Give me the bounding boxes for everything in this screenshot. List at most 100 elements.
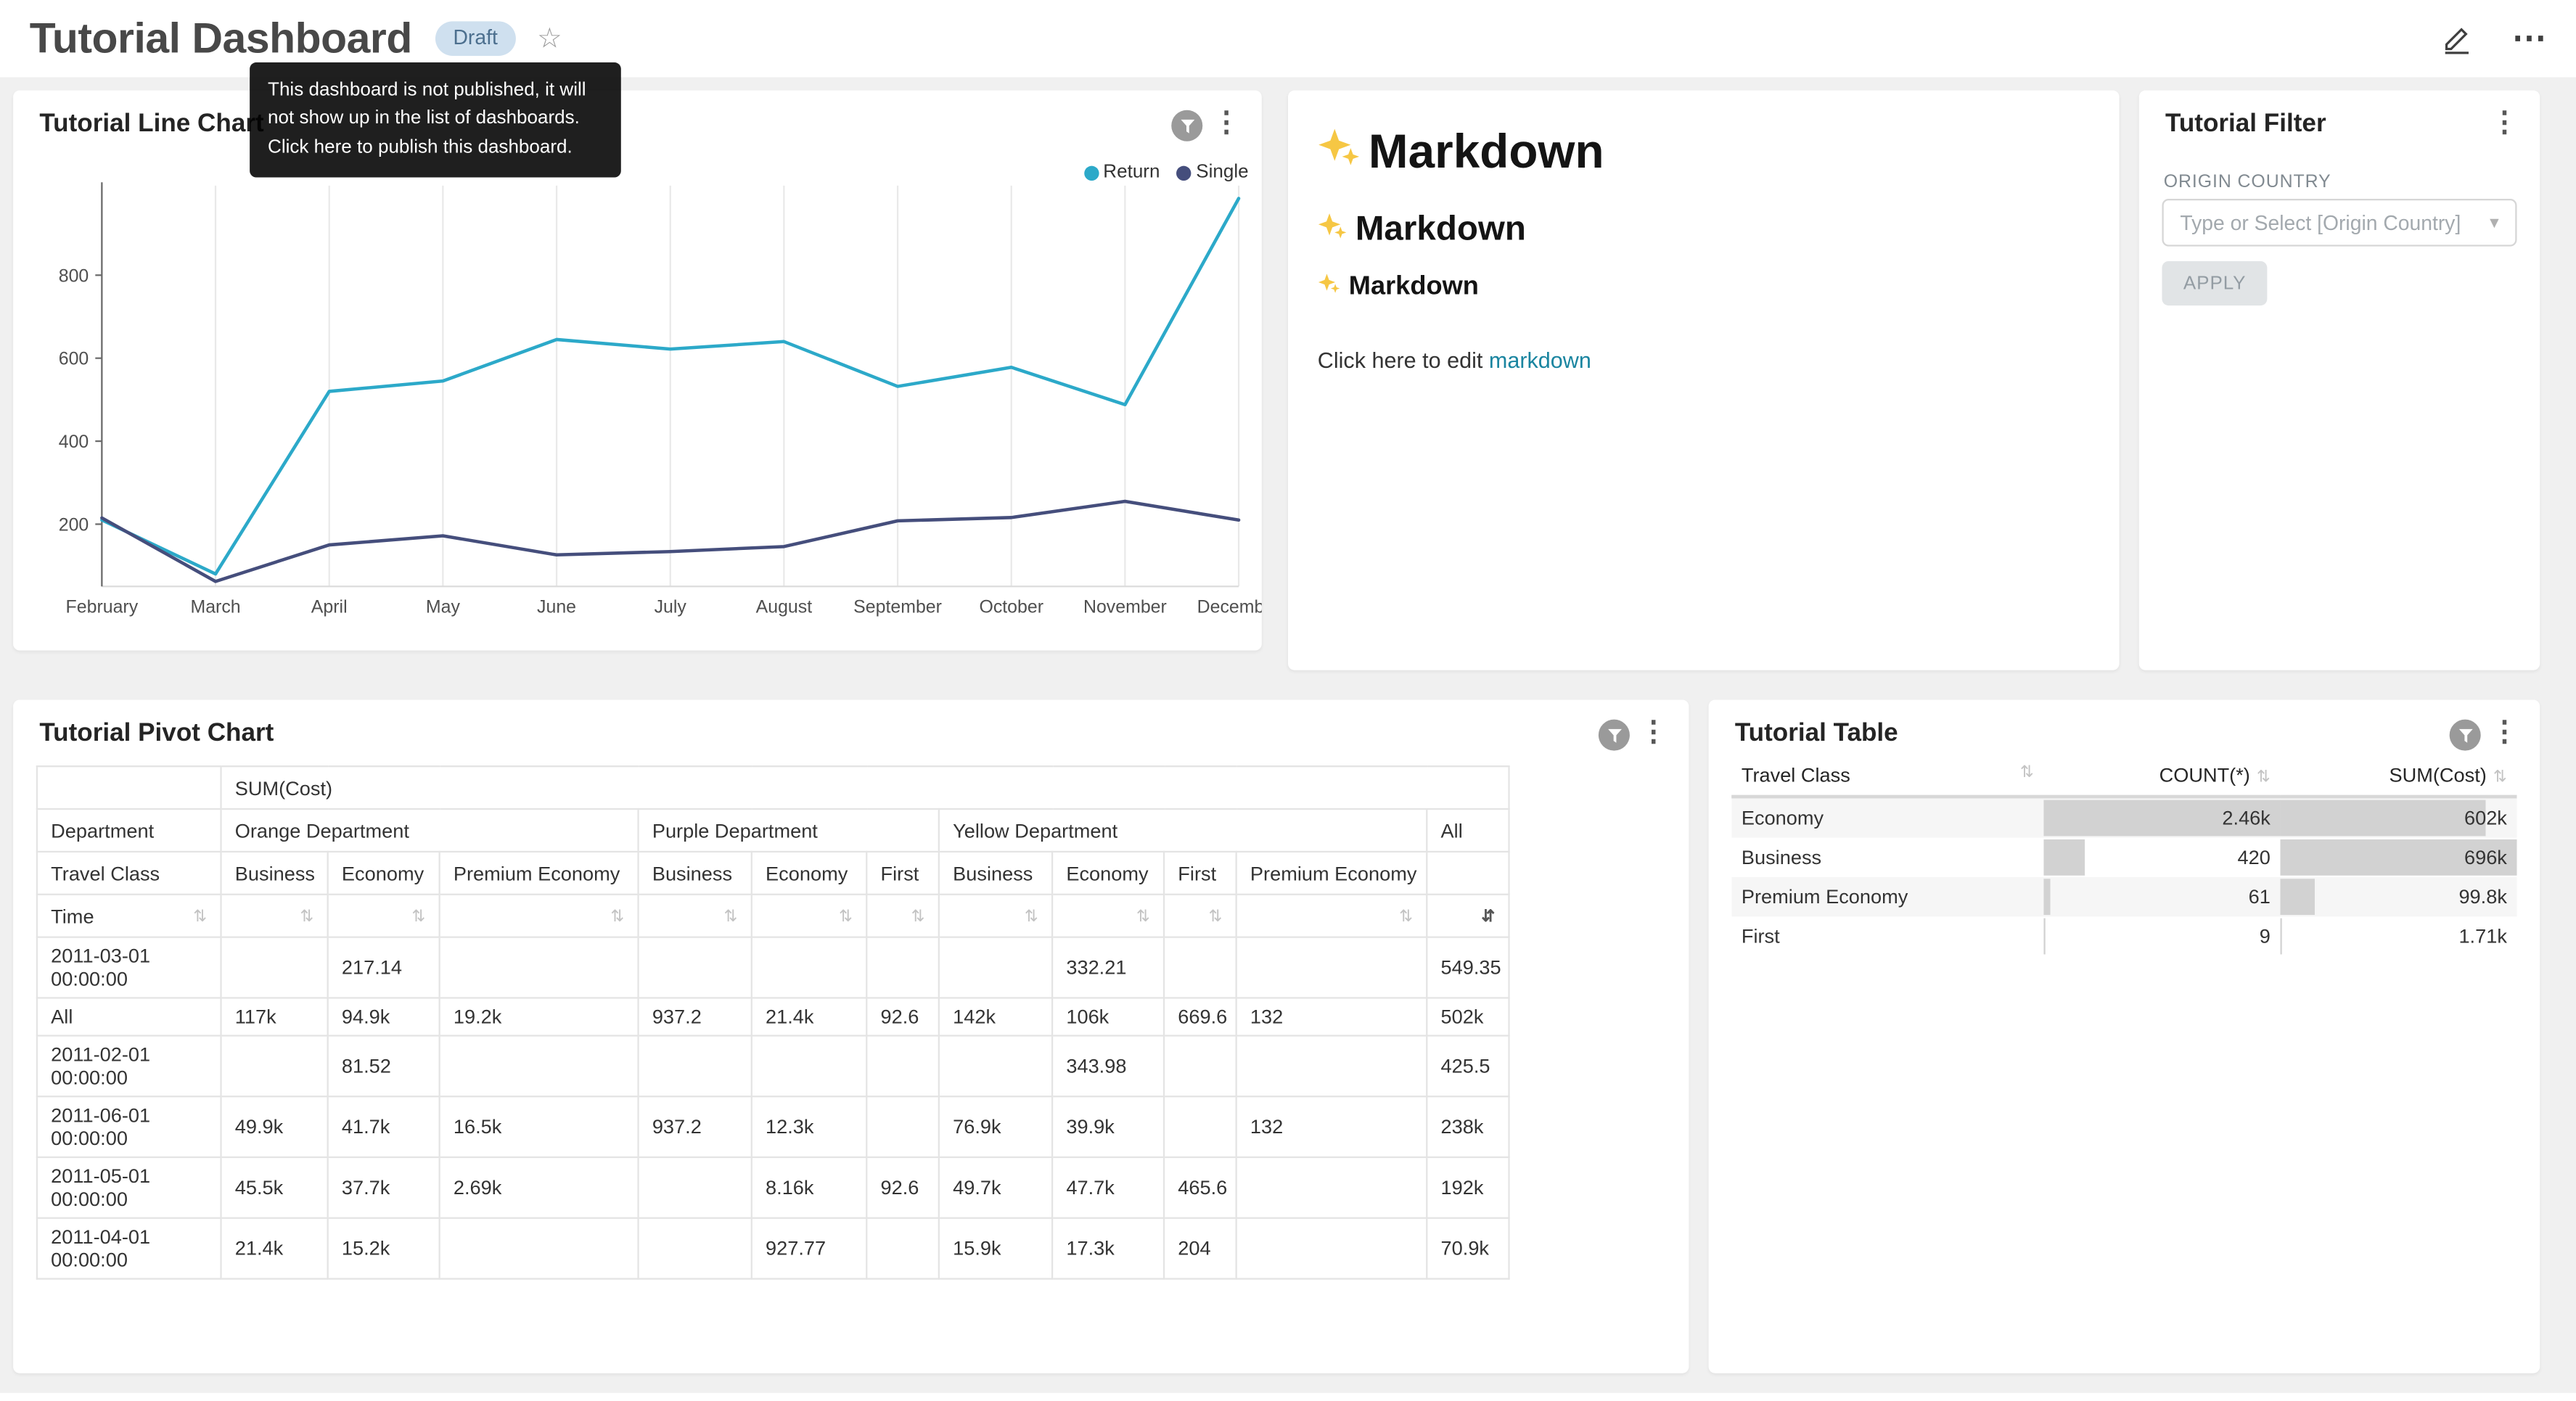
- pivot-cell: 70.9k: [1427, 1218, 1509, 1279]
- pivot-cell: 41.7k: [328, 1096, 440, 1157]
- filter-indicator-icon[interactable]: [1599, 720, 1630, 751]
- sort-icon[interactable]: ⇅: [1399, 908, 1413, 927]
- pivot-sort-header: ⇅: [939, 895, 1052, 937]
- sort-icon[interactable]: ⇅: [2257, 769, 2271, 787]
- sort-icon[interactable]: ⇅: [2020, 764, 2034, 782]
- pivot-cell: 192k: [1427, 1157, 1509, 1218]
- pivot-cell: 49.7k: [939, 1157, 1052, 1218]
- pivot-cell: [866, 937, 939, 998]
- filter-indicator-icon[interactable]: [1171, 110, 1202, 141]
- column-header-sum-cost[interactable]: SUM(Cost)⇅: [2280, 755, 2516, 797]
- table-row: Premium Economy6199.8k: [1731, 877, 2516, 916]
- data-bar: [2043, 919, 2044, 955]
- header-more-menu-icon[interactable]: ⋯: [2512, 21, 2547, 56]
- sort-icon[interactable]: ⇅: [839, 908, 853, 927]
- sort-icon[interactable]: ⇅: [2493, 769, 2507, 787]
- filter-kebab-menu-icon[interactable]: ⋮: [2490, 108, 2518, 136]
- table-cell-sum: 602k: [2280, 797, 2516, 838]
- x-axis-label: July: [655, 596, 687, 617]
- pivot-cell: 81.52: [328, 1035, 440, 1096]
- pivot-cell: 343.98: [1052, 1035, 1164, 1096]
- filter-indicator-icon[interactable]: [2450, 720, 2481, 751]
- pivot-cell: [221, 1035, 328, 1096]
- origin-country-select[interactable]: Type or Select [Origin Country] ▾: [2162, 199, 2516, 247]
- pivot-cell: 94.9k: [328, 998, 440, 1035]
- sort-icon[interactable]: ⇅: [724, 908, 738, 927]
- y-axis-label: 200: [59, 515, 89, 535]
- x-axis-label: October: [979, 596, 1043, 617]
- sort-icon[interactable]: ⇅: [911, 908, 925, 927]
- pivot-cell: 37.7k: [328, 1157, 440, 1218]
- sort-icon[interactable]: ⇅: [610, 908, 624, 927]
- pivot-cell: [639, 937, 752, 998]
- pivot-sort-header: ⇅: [639, 895, 752, 937]
- pivot-cell: 217.14: [328, 937, 440, 998]
- pivot-department-label: Department: [37, 809, 221, 852]
- pivot-sort-header: ⇅: [752, 895, 866, 937]
- chevron-down-icon: ▾: [2490, 212, 2499, 233]
- sparkles-icon: [1318, 210, 1348, 250]
- pivot-cell: 927.77: [752, 1218, 866, 1279]
- markdown-h3: Markdown: [1318, 273, 2090, 303]
- pivot-sort-header: ⇅: [328, 895, 440, 937]
- pivot-group-header: Orange Department: [221, 809, 639, 852]
- chart-kebab-menu-icon[interactable]: ⋮: [1213, 108, 1240, 136]
- sort-icon[interactable]: ⇅: [1208, 908, 1222, 927]
- column-header-travel-class[interactable]: Travel Class⇅: [1731, 755, 2043, 797]
- x-axis-label: February: [66, 596, 139, 617]
- pivot-cell: 937.2: [639, 998, 752, 1035]
- pivot-sort-header: ⇅: [221, 895, 328, 937]
- data-bar: [2280, 879, 2314, 915]
- sort-icon[interactable]: ⇅: [1136, 908, 1150, 927]
- column-header-count[interactable]: COUNT(*)⇅: [2043, 755, 2280, 797]
- y-axis-label: 800: [59, 266, 89, 286]
- x-axis-label: September: [853, 596, 942, 617]
- pivot-column-header: Business: [221, 852, 328, 895]
- table-row: First91.71k: [1731, 916, 2516, 956]
- pivot-column-header: Economy: [328, 852, 440, 895]
- sort-icon-active[interactable]: ⇵: [1481, 908, 1495, 927]
- edit-pencil-icon[interactable]: [2441, 23, 2472, 54]
- pivot-sort-header: ⇅: [440, 895, 639, 937]
- markdown-card: Markdown Markdown Markdown Click here to…: [1288, 91, 2120, 670]
- pivot-column-header: Premium Economy: [440, 852, 639, 895]
- pivot-column-header: [1427, 852, 1509, 895]
- pivot-chart-card: Tutorial Pivot Chart ⋮ SUM(Cost)Departme…: [13, 699, 1689, 1373]
- pivot-cell: [1164, 937, 1236, 998]
- pivot-cell: 19.2k: [440, 998, 639, 1035]
- pivot-metric-header: SUM(Cost): [221, 766, 1509, 809]
- pivot-cell: 15.2k: [328, 1218, 440, 1279]
- pivot-cell: [866, 1096, 939, 1157]
- pivot-row: 2011-04-01 00:00:0021.4k15.2k927.7715.9k…: [37, 1218, 1509, 1279]
- line-chart-card-title: Tutorial Line Chart: [39, 110, 263, 140]
- pivot-cell: 39.9k: [1052, 1096, 1164, 1157]
- pivot-column-header: First: [866, 852, 939, 895]
- unpublished-tooltip[interactable]: This dashboard is not published, it will…: [250, 62, 621, 177]
- pivot-sort-header: ⇵: [1427, 895, 1509, 937]
- table-kebab-menu-icon[interactable]: ⋮: [2490, 718, 2518, 745]
- pivot-cell: [1236, 1218, 1427, 1279]
- pivot-row: 2011-02-01 00:00:0081.52343.98425.5: [37, 1035, 1509, 1096]
- pivot-kebab-menu-icon[interactable]: ⋮: [1640, 718, 1668, 745]
- x-axis-label: August: [756, 596, 813, 617]
- pivot-row-label: 2011-04-01 00:00:00: [37, 1218, 221, 1279]
- favorite-star-icon[interactable]: ☆: [537, 25, 562, 52]
- sort-icon[interactable]: ⇅: [300, 908, 313, 927]
- table-cell-travel-class: Premium Economy: [1731, 877, 2043, 916]
- pivot-corner-cell: [37, 766, 221, 809]
- draft-badge[interactable]: Draft: [435, 22, 516, 55]
- apply-button[interactable]: APPLY: [2162, 261, 2267, 305]
- x-axis-label: June: [537, 596, 576, 617]
- sort-icon[interactable]: ⇅: [1025, 908, 1038, 927]
- data-bar: [2043, 879, 2049, 915]
- table-cell-travel-class: Economy: [1731, 797, 2043, 838]
- sort-icon[interactable]: ⇅: [193, 908, 207, 926]
- sort-icon[interactable]: ⇅: [411, 908, 425, 927]
- pivot-row: 2011-05-01 00:00:0045.5k37.7k2.69k8.16k9…: [37, 1157, 1509, 1218]
- markdown-edit-link[interactable]: markdown: [1489, 348, 1591, 373]
- pivot-cell: 45.5k: [221, 1157, 328, 1218]
- pivot-cell: [440, 1035, 639, 1096]
- pivot-cell: [440, 1218, 639, 1279]
- pivot-cell: 21.4k: [221, 1218, 328, 1279]
- pivot-cell: [1236, 1035, 1427, 1096]
